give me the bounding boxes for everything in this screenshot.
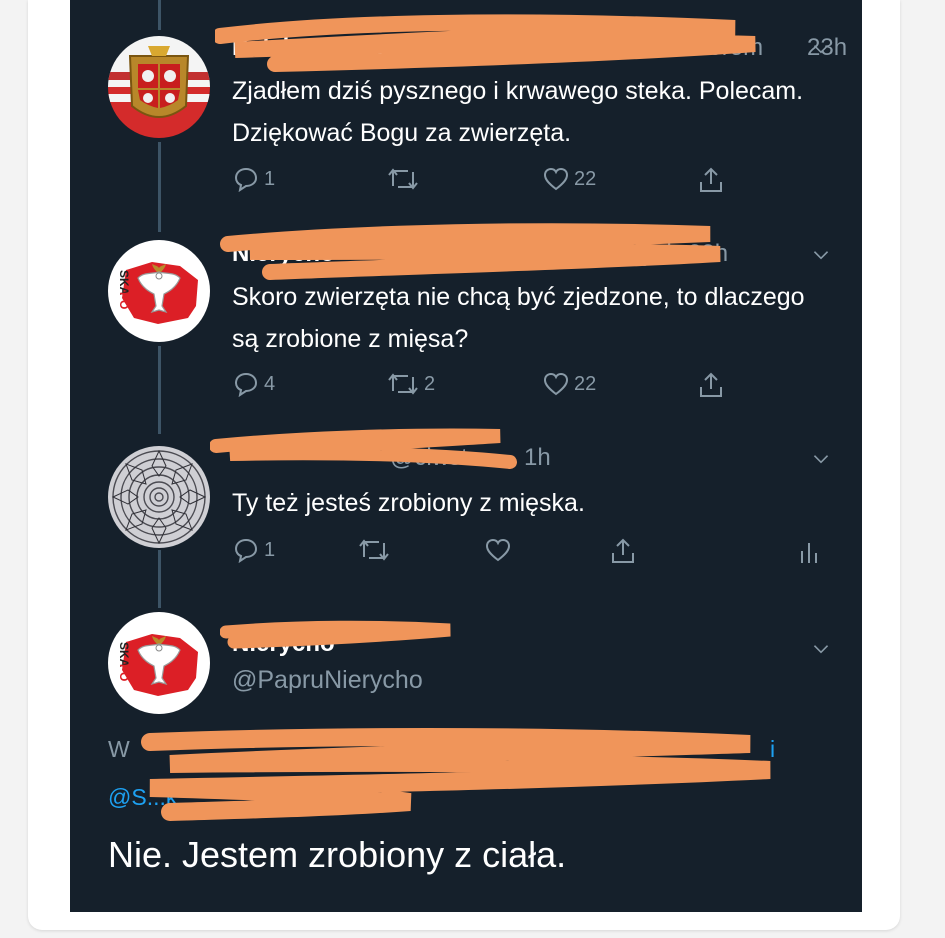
polish-eagle-map-avatar[interactable]: SKA PO xyxy=(108,612,210,714)
reply-count: 1 xyxy=(264,538,276,561)
tweet-actions: 1 22 xyxy=(232,166,832,200)
tweet-timestamp[interactable]: 23h xyxy=(688,240,728,268)
reply-count: 1 xyxy=(264,167,276,190)
tweet-author-name[interactable]: Nierycho xyxy=(232,630,335,658)
thread-line xyxy=(158,346,161,434)
replying-to-line2: @S...k xyxy=(108,776,177,818)
mandala-avatar[interactable] xyxy=(108,446,210,548)
reply-button[interactable]: 4 xyxy=(232,371,275,397)
replying-to-link[interactable]: @S...k xyxy=(108,784,177,810)
share-button[interactable] xyxy=(610,537,636,565)
thread-line xyxy=(158,550,161,608)
retweet-button[interactable]: 2 xyxy=(386,371,435,397)
reply-button[interactable]: 1 xyxy=(232,537,275,563)
tweet-actions: 1 xyxy=(232,537,852,571)
analytics-button[interactable] xyxy=(798,537,820,565)
redaction-scribble xyxy=(141,728,771,821)
replying-to: W xyxy=(108,728,130,770)
tweet-text: Skoro zwierzęta nie chcą być zjedzone, t… xyxy=(232,283,805,353)
tweet-author-handle[interactable]: @PapruNierycho xyxy=(510,240,693,268)
replying-to-link[interactable]: i xyxy=(770,736,775,762)
chevron-down-icon[interactable] xyxy=(812,450,830,468)
tweet-author-name[interactable]: Polska Liderom xyxy=(232,34,411,62)
tweet-text: Zjadłem dziś pysznego i krwawego steka. … xyxy=(232,77,804,147)
main-tweet-text: Nie. Jestem zrobiony z ciała. xyxy=(108,834,567,875)
tweet-timestamp[interactable]: 1h xyxy=(524,444,551,472)
like-count: 22 xyxy=(574,372,597,395)
like-button[interactable]: 22 xyxy=(542,371,596,397)
tweet-actions: 4 2 22 xyxy=(232,371,832,405)
analytics-icon xyxy=(801,543,817,563)
twitter-thread-screen: Polska Liderom @PolskaLiderom 23h Zjadłe… xyxy=(70,0,862,912)
heart-icon xyxy=(485,538,511,562)
share-icon xyxy=(612,538,634,563)
retweet-button[interactable] xyxy=(386,166,424,192)
retweet-icon xyxy=(388,168,418,190)
heart-icon xyxy=(543,372,569,396)
share-icon xyxy=(700,372,722,397)
polish-eagle-map-avatar[interactable]: SKA PO xyxy=(108,240,210,342)
tweet-author-name[interactable]: Nierycho xyxy=(232,240,335,268)
svg-text:PO: PO xyxy=(117,664,131,681)
tweet-author-handle[interactable]: @PolskaLiderom xyxy=(580,34,763,62)
share-button[interactable] xyxy=(698,371,724,399)
reply-icon xyxy=(234,372,258,397)
reply-icon xyxy=(234,167,258,192)
redaction-scribble xyxy=(210,428,517,469)
chevron-down-icon[interactable] xyxy=(812,40,830,58)
thread-line xyxy=(158,0,161,30)
tweet-author-handle[interactable]: @PapruNierycho xyxy=(232,666,423,695)
retweet-button[interactable] xyxy=(357,537,391,563)
heart-icon xyxy=(543,167,569,191)
reply-button[interactable]: 1 xyxy=(232,166,275,192)
reply-icon xyxy=(234,538,258,563)
thread-line xyxy=(158,142,161,232)
tweet-text: Ty też jesteś zrobiony z mięska. xyxy=(232,489,585,517)
chevron-down-icon[interactable] xyxy=(812,246,830,264)
retweet-count: 2 xyxy=(424,372,436,395)
polish-crest-avatar[interactable] xyxy=(108,36,210,138)
like-button[interactable]: 22 xyxy=(542,166,596,192)
svg-text:PO: PO xyxy=(117,292,131,309)
chevron-down-icon[interactable] xyxy=(812,640,830,658)
share-icon xyxy=(700,167,722,192)
reply-count: 4 xyxy=(264,372,276,395)
like-count: 22 xyxy=(574,167,597,190)
retweet-icon xyxy=(359,539,389,561)
like-button[interactable] xyxy=(484,537,512,563)
replying-to-prefix: W xyxy=(108,736,130,762)
replying-to-suffix: i xyxy=(770,728,775,770)
share-button[interactable] xyxy=(698,166,724,194)
tweet-author-handle[interactable]: @clwstr xyxy=(390,444,476,472)
retweet-icon xyxy=(388,373,418,395)
